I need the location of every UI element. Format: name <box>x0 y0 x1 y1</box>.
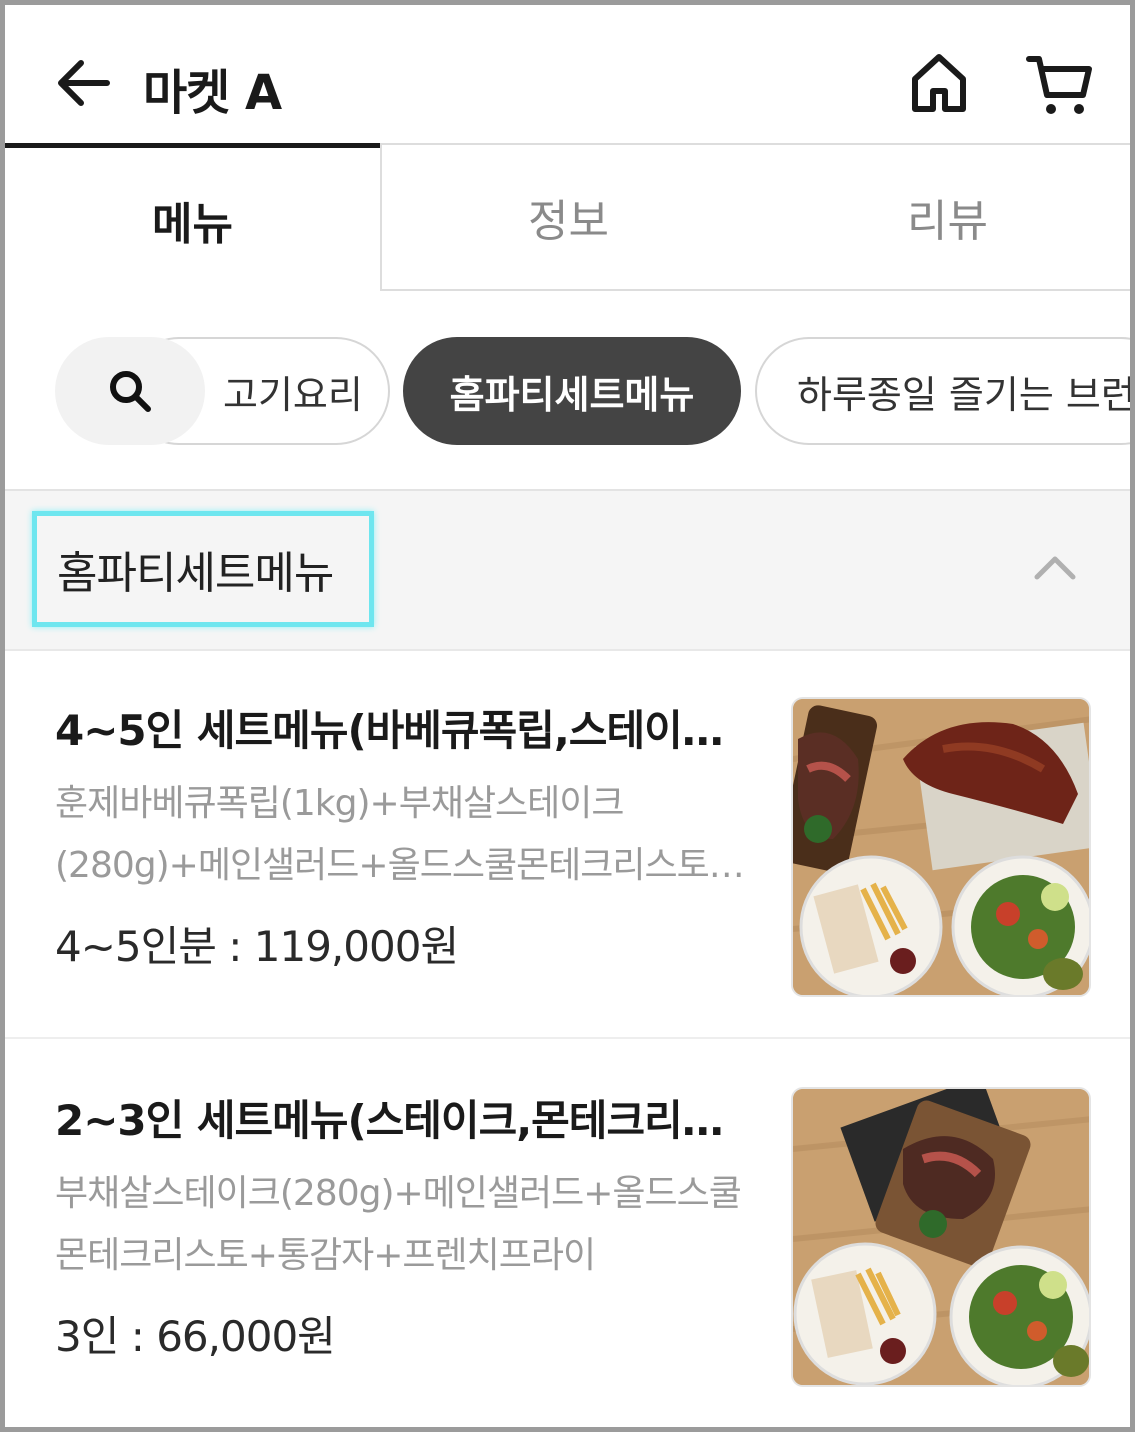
tab-review[interactable]: 리뷰 <box>755 143 1130 291</box>
chip-label: 홈파티세트메뉴 <box>449 372 695 417</box>
chip-label: 고기요리 <box>223 372 363 417</box>
chevron-up-icon[interactable] <box>1029 541 1081 593</box>
cart-icon <box>1026 56 1092 114</box>
home-button[interactable] <box>905 49 973 117</box>
home-icon <box>912 54 966 112</box>
tab-info[interactable]: 정보 <box>380 143 755 291</box>
menu-item-image[interactable] <box>791 1087 1091 1387</box>
back-button[interactable] <box>53 51 117 115</box>
bbq-ribs-steak-salad-photo <box>793 699 1089 995</box>
chip-home-party-set[interactable]: 홈파티세트메뉴 <box>403 337 741 445</box>
menu-item-price: 4~5인분 : 119,000원 <box>55 922 459 971</box>
chip-brunch[interactable]: 하루종일 즐기는 브런치 <box>755 337 1130 445</box>
tab-bar: 메뉴 정보 리뷰 <box>5 143 1130 293</box>
menu-item-name: 4~5인 세트메뉴(바베큐폭립,스테이크,메인샐러드,올드스쿨몬테크리스토) <box>55 706 735 755</box>
menu-search-button[interactable] <box>55 337 205 445</box>
menu-item[interactable]: 2~3인 세트메뉴(스테이크,몬테크리스토,메인샐러드) 부채살스테이크(280… <box>5 1041 1130 1427</box>
category-chip-bar: 고기요리 홈파티세트메뉴 하루종일 즐기는 브런치 <box>5 293 1130 489</box>
arrow-left-icon <box>58 60 110 106</box>
tab-menu[interactable]: 메뉴 <box>5 143 380 291</box>
menu-item-image[interactable] <box>791 697 1091 997</box>
chip-label: 하루종일 즐기는 브런치 <box>797 372 1130 417</box>
section-title-highlight: 홈파티세트메뉴 <box>32 511 374 627</box>
menu-item[interactable]: 4~5인 세트메뉴(바베큐폭립,스테이크,메인샐러드,올드스쿨몬테크리스토) 훈… <box>5 651 1130 1039</box>
app-frame: 마켓 A 메뉴 정보 리뷰 고기요리 홈파티세트메뉴 하루종일 즐기는 브 홈파… <box>0 0 1135 1432</box>
section-header[interactable]: 홈파티세트메뉴 <box>5 489 1130 651</box>
top-app-bar: 마켓 A <box>5 5 1130 145</box>
menu-item-description: 부채살스테이크(280g)+메인샐러드+올드스쿨몬테크리스토+통감자+프렌치프라… <box>55 1173 742 1276</box>
cart-button[interactable] <box>1023 49 1097 117</box>
menu-item-description: 훈제바베큐폭립(1kg)+부채살스테이크(280g)+메인샐러드+올드스쿨몬테크… <box>55 783 710 886</box>
steak-salad-sandwich-photo <box>793 1089 1089 1385</box>
menu-item-name: 2~3인 세트메뉴(스테이크,몬테크리스토,메인샐러드) <box>55 1096 735 1145</box>
menu-item-price: 3인 : 66,000원 <box>55 1312 336 1361</box>
search-icon <box>110 371 151 412</box>
page-title: 마켓 A <box>143 65 282 121</box>
section-title: 홈파티세트메뉴 <box>57 548 334 599</box>
